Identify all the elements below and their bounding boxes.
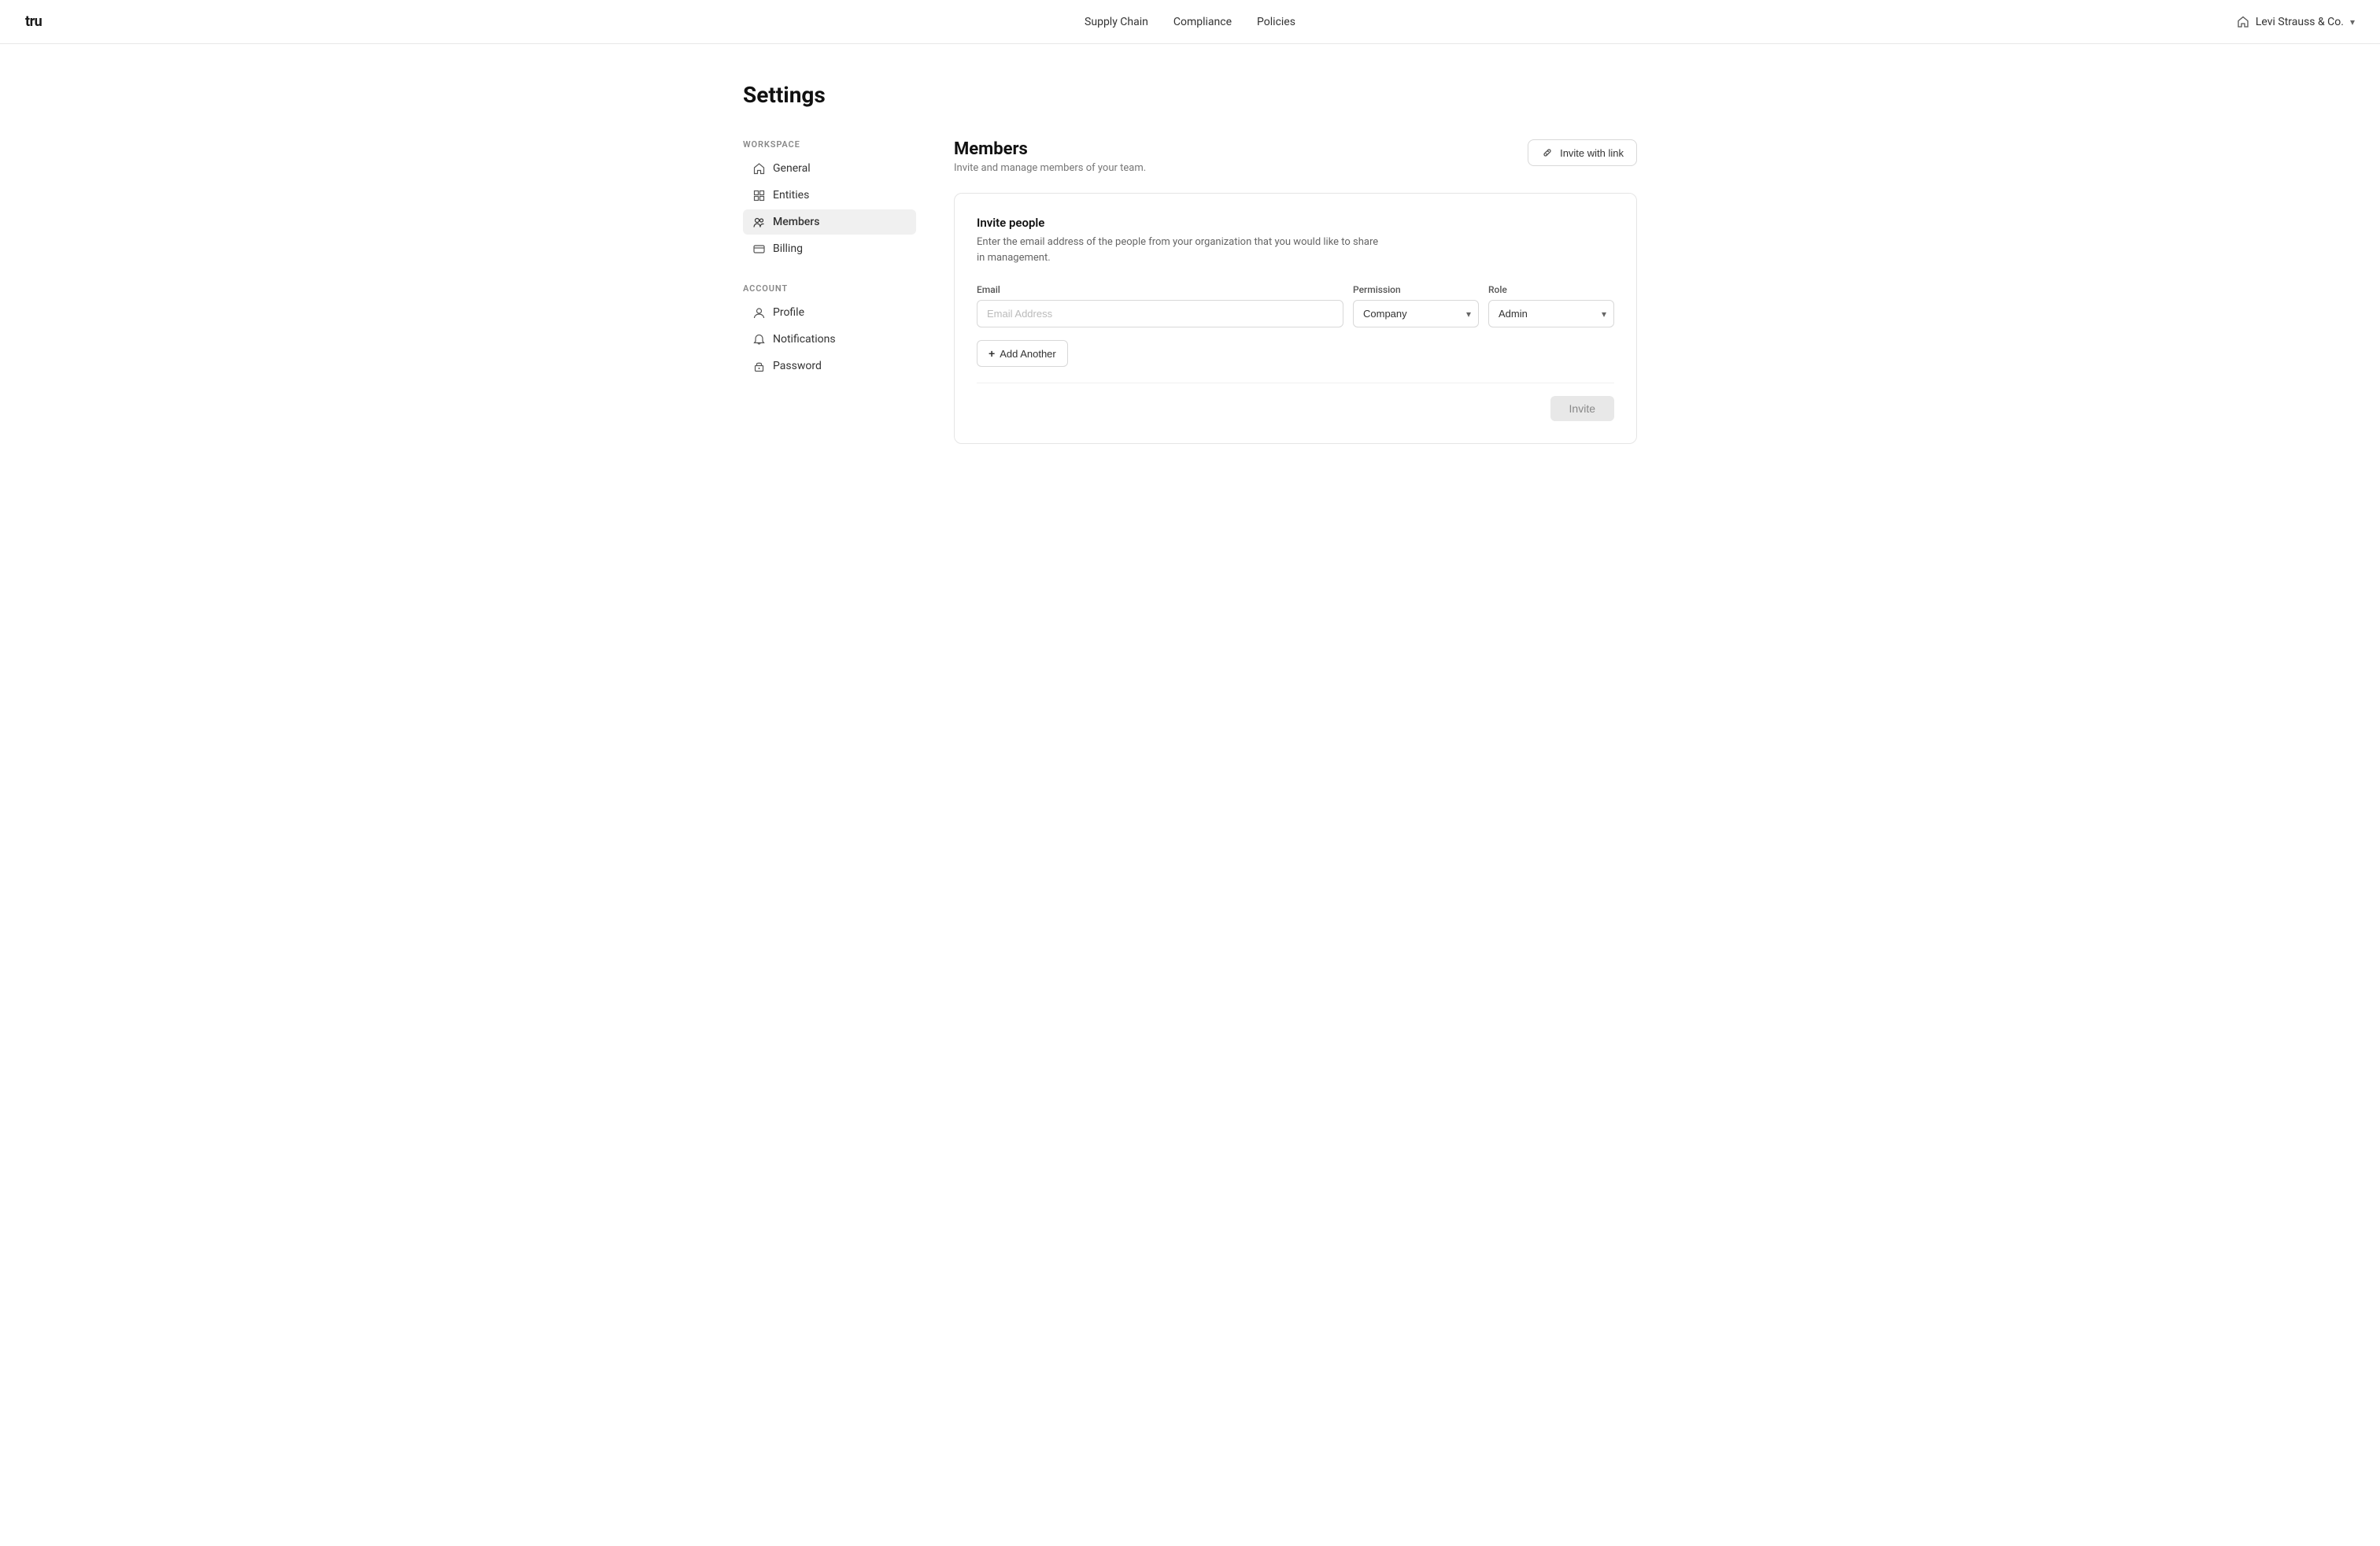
invite-card: Invite people Enter the email address of… — [954, 193, 1637, 444]
sidebar: Workspace General — [743, 139, 916, 444]
invite-card-description: Enter the email address of the people fr… — [977, 235, 1386, 265]
nav-supply-chain[interactable]: Supply Chain — [1085, 16, 1148, 28]
sidebar-item-notifications[interactable]: Notifications — [743, 327, 916, 352]
sidebar-item-members-label: Members — [773, 216, 819, 228]
permission-form-group: Permission Company Team View Only ▾ — [1353, 284, 1479, 327]
topnav-links: Supply Chain Compliance Policies — [1085, 16, 1295, 28]
credit-card-icon — [752, 242, 765, 255]
main-content: Members Invite and manage members of you… — [954, 139, 1637, 444]
role-label: Role — [1488, 284, 1614, 295]
sidebar-item-members[interactable]: Members — [743, 209, 916, 235]
email-form-group: Email — [977, 284, 1343, 327]
link-icon — [1541, 146, 1554, 159]
account-nav: Profile Notifications — [743, 300, 916, 379]
home-icon — [2237, 16, 2249, 28]
add-another-button[interactable]: + Add Another — [977, 340, 1068, 367]
topnav: tru Supply Chain Compliance Policies Lev… — [0, 0, 2380, 44]
people-icon — [752, 216, 765, 228]
chevron-down-icon: ▾ — [2350, 17, 2355, 28]
email-input[interactable] — [977, 300, 1343, 327]
lock-icon — [752, 360, 765, 372]
sidebar-item-entities[interactable]: Entities — [743, 183, 916, 208]
members-subtitle: Invite and manage members of your team. — [954, 162, 1146, 174]
sidebar-item-profile[interactable]: Profile — [743, 300, 916, 325]
app-logo: tru — [25, 13, 42, 30]
sidebar-item-password[interactable]: Password — [743, 353, 916, 379]
nav-compliance[interactable]: Compliance — [1173, 16, 1232, 28]
org-selector[interactable]: Levi Strauss & Co. ▾ — [2237, 16, 2355, 28]
permission-select-wrapper: Company Team View Only ▾ — [1353, 300, 1479, 327]
account-section-label: Account — [743, 283, 916, 294]
grid-icon — [752, 189, 765, 202]
sidebar-item-billing[interactable]: Billing — [743, 236, 916, 261]
workspace-section-label: Workspace — [743, 139, 916, 150]
sidebar-item-general-label: General — [773, 162, 811, 175]
page-container: Settings Workspace General — [718, 44, 1662, 482]
person-icon — [752, 306, 765, 319]
nav-policies[interactable]: Policies — [1257, 16, 1295, 28]
sidebar-item-general[interactable]: General — [743, 156, 916, 181]
sidebar-item-billing-label: Billing — [773, 242, 803, 255]
org-name: Levi Strauss & Co. — [2256, 16, 2344, 28]
sidebar-item-notifications-label: Notifications — [773, 333, 836, 346]
add-another-label: Add Another — [1000, 348, 1056, 360]
role-form-group: Role Admin Editor Viewer ▾ — [1488, 284, 1614, 327]
permission-label: Permission — [1353, 284, 1479, 295]
page-title: Settings — [743, 82, 1637, 108]
invite-footer: Invite — [977, 383, 1614, 421]
invite-form-row: Email Permission Company Team View Only … — [977, 284, 1614, 327]
members-title: Members — [954, 139, 1146, 159]
plus-icon: + — [989, 347, 995, 360]
sidebar-item-entities-label: Entities — [773, 189, 809, 202]
content-layout: Workspace General — [743, 139, 1637, 444]
permission-select[interactable]: Company Team View Only — [1353, 300, 1479, 327]
sidebar-item-password-label: Password — [773, 360, 822, 372]
role-select[interactable]: Admin Editor Viewer — [1488, 300, 1614, 327]
members-heading: Members Invite and manage members of you… — [954, 139, 1146, 174]
invite-with-link-label: Invite with link — [1560, 147, 1624, 159]
members-header: Members Invite and manage members of you… — [954, 139, 1637, 174]
bell-icon — [752, 333, 765, 346]
invite-card-title: Invite people — [977, 216, 1614, 230]
invite-button[interactable]: Invite — [1550, 396, 1614, 421]
workspace-nav: General Entities — [743, 156, 916, 261]
email-label: Email — [977, 284, 1343, 295]
invite-with-link-button[interactable]: Invite with link — [1528, 139, 1637, 166]
sidebar-item-profile-label: Profile — [773, 306, 804, 319]
home-icon — [752, 162, 765, 175]
role-select-wrapper: Admin Editor Viewer ▾ — [1488, 300, 1614, 327]
